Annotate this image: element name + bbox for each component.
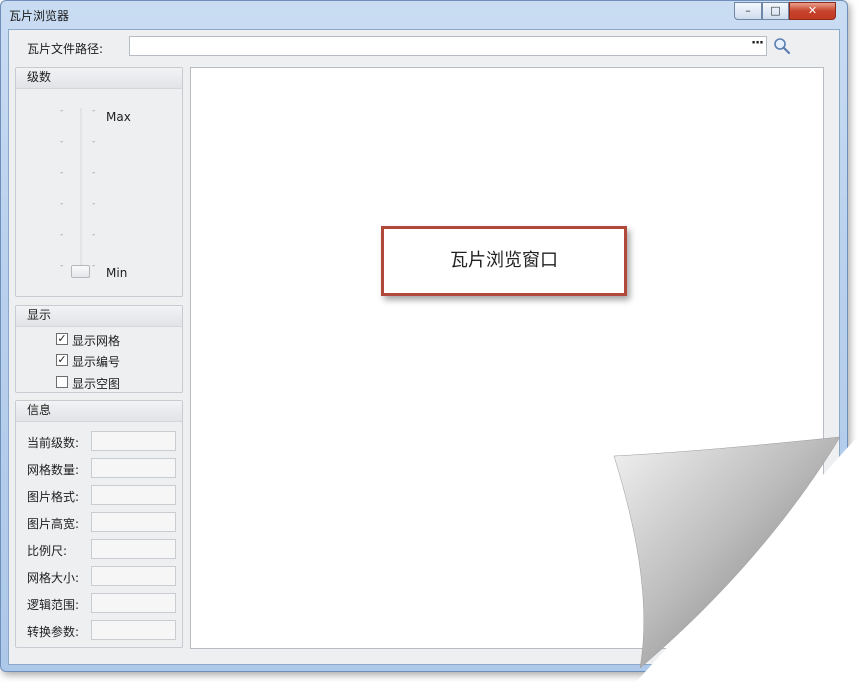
page-curl-decoration [613, 436, 858, 682]
